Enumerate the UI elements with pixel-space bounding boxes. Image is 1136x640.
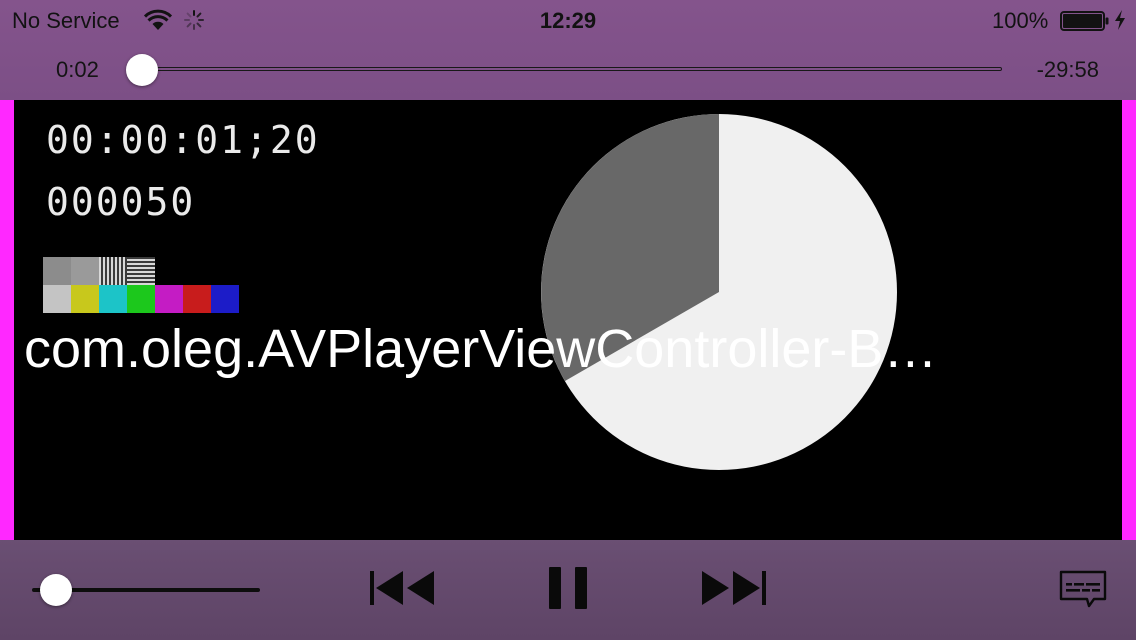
cyan-swatch (99, 285, 127, 313)
video-edge-left (0, 100, 14, 540)
pause-button[interactable] (548, 566, 588, 615)
color-bars-top-row (43, 257, 239, 285)
magenta-swatch (155, 285, 183, 313)
bottom-controls-bar (0, 540, 1136, 640)
countdown-pie (541, 114, 897, 470)
skip-forward-icon (702, 571, 766, 605)
status-bar: No Service 12:29 100% (0, 0, 1136, 40)
pause-icon (549, 567, 587, 609)
remaining-time: -29:58 (1036, 57, 1099, 82)
skip-back-icon (370, 571, 434, 605)
light-gray-swatch (43, 285, 71, 313)
horizontal-stripe-swatch (127, 257, 155, 285)
scrubber-thumb[interactable] (126, 54, 158, 86)
video-view[interactable]: 00:00:01;20 000050 com.oleg.AVPlayerView… (0, 100, 1136, 540)
video-title-overlay: com.oleg.AVPlayerViewController-B… (24, 319, 938, 379)
video-frame-count: 000050 (46, 180, 196, 224)
red-swatch (183, 285, 211, 313)
gray-swatch (43, 257, 71, 285)
skip-back-button[interactable] (368, 570, 436, 611)
color-bars-bottom-row (43, 285, 239, 313)
scrubber-track[interactable] (142, 67, 1002, 71)
gray-swatch (71, 257, 99, 285)
blue-swatch (211, 285, 239, 313)
playback-scrubber: 0:02 -29:58 (0, 40, 1136, 100)
battery-percent: 100% (992, 8, 1049, 33)
video-edge-right (1122, 100, 1136, 540)
skip-forward-button[interactable] (700, 570, 768, 611)
elapsed-time: 0:02 (56, 57, 99, 82)
green-swatch (127, 285, 155, 313)
subtitles-icon (1059, 570, 1107, 608)
subtitles-button[interactable] (1058, 570, 1108, 615)
top-controls-bar: No Service 12:29 100% 0:02 -29:58 (0, 0, 1136, 100)
charging-bolt-icon (1114, 10, 1126, 36)
video-timecode: 00:00:01;20 (46, 118, 320, 162)
color-bars (43, 257, 239, 313)
yellow-swatch (71, 285, 99, 313)
video-frame: 00:00:01;20 000050 com.oleg.AVPlayerView… (14, 100, 1122, 540)
vertical-stripe-swatch (99, 257, 127, 285)
status-time: 12:29 (539, 8, 597, 33)
battery-icon (1060, 10, 1110, 38)
volume-slider-thumb[interactable] (40, 574, 72, 606)
